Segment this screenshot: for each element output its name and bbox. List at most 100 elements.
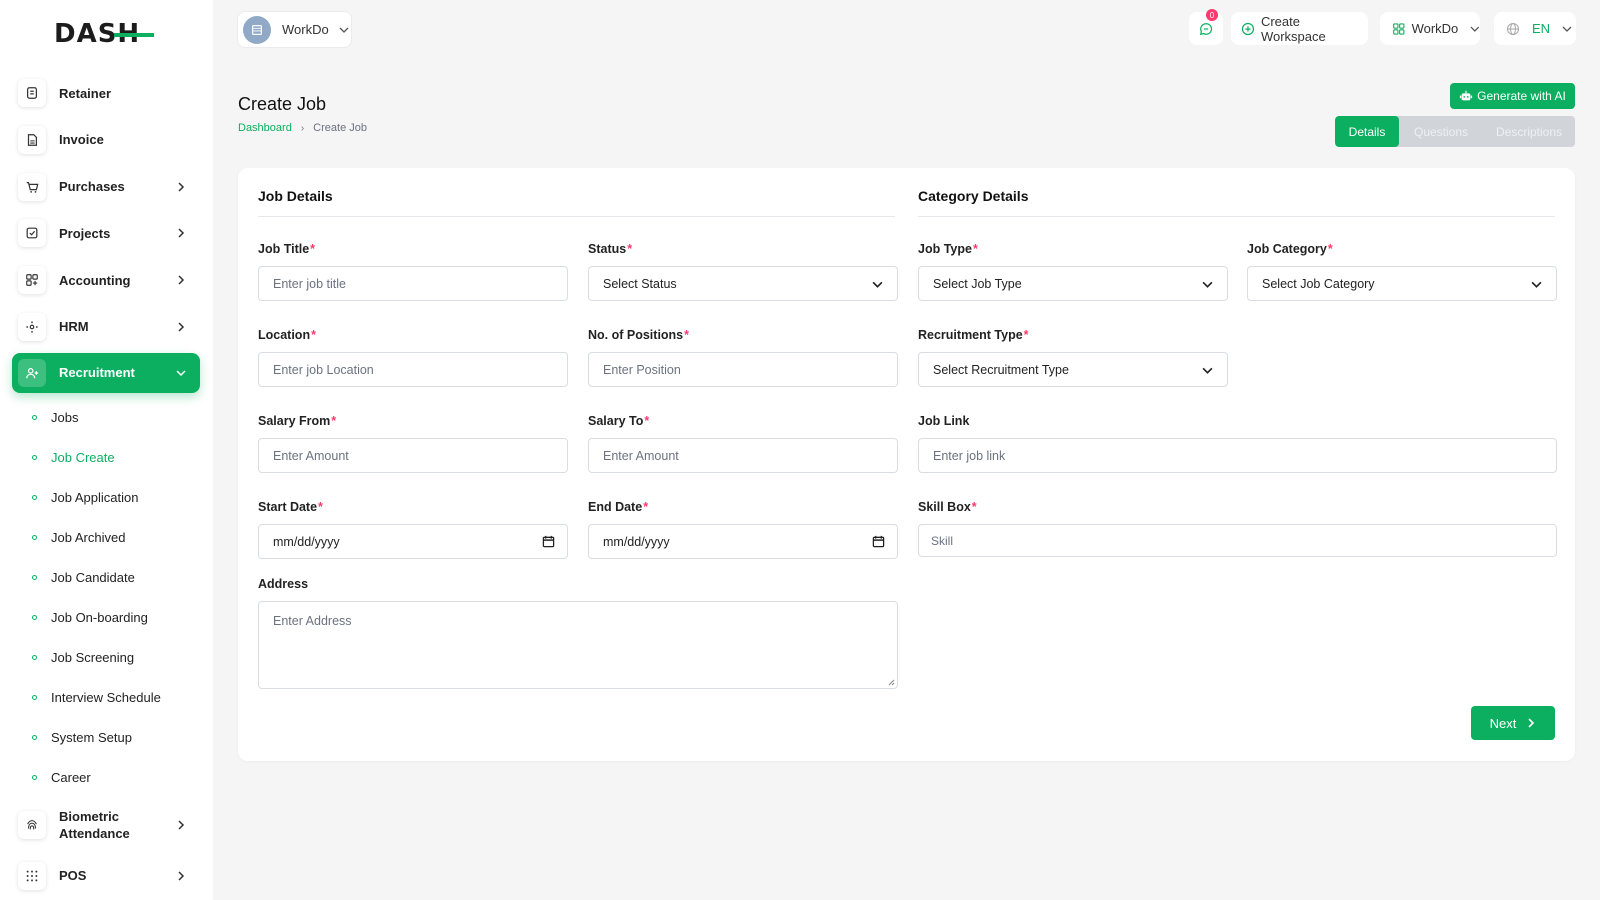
address-textarea[interactable]: Enter Address bbox=[258, 601, 898, 689]
required-mark: * bbox=[331, 414, 337, 428]
bullet-icon bbox=[32, 775, 37, 781]
create-workspace-label: Create Workspace bbox=[1260, 13, 1326, 44]
fingerprint-icon bbox=[18, 810, 46, 839]
subnav-item-label: Jobs bbox=[51, 410, 79, 426]
subnav-item-jobs[interactable]: Jobs bbox=[32, 398, 200, 438]
salary-from-input[interactable]: Enter Amount bbox=[258, 438, 568, 473]
subnav-item-job-application[interactable]: Job Application bbox=[32, 478, 200, 518]
job-type-label: Job Type* bbox=[918, 242, 1228, 256]
sidebar-item-label: Purchases bbox=[59, 179, 125, 195]
job-link-input[interactable]: Enter job link bbox=[918, 438, 1557, 473]
workspace-switcher[interactable]: WorkDo bbox=[237, 11, 352, 48]
address-placeholder: Enter Address bbox=[273, 614, 352, 628]
skill-input[interactable]: Skill bbox=[918, 524, 1557, 557]
job-form-card: Job Details Category Details Job Title* … bbox=[238, 168, 1575, 761]
salary-from-label-text: Salary From bbox=[258, 414, 331, 428]
bullet-icon bbox=[32, 655, 37, 661]
generate-with-ai-button[interactable]: Generate with AI bbox=[1450, 83, 1575, 109]
end-date-input[interactable]: mm/dd/yyyy bbox=[588, 524, 898, 559]
tab-descriptions[interactable]: Descriptions bbox=[1483, 116, 1575, 147]
status-select[interactable]: Select Status bbox=[588, 266, 898, 301]
chevron-right-icon bbox=[178, 820, 185, 830]
tab-details[interactable]: Details bbox=[1335, 116, 1399, 147]
subnav-item-label: Job Application bbox=[51, 490, 139, 506]
generate-with-ai-label: Generate with AI bbox=[1477, 89, 1566, 103]
language-selector[interactable]: EN bbox=[1494, 12, 1576, 45]
salary-from-label: Salary From* bbox=[258, 414, 568, 428]
page-title: Create Job bbox=[238, 94, 327, 114]
job-title-label-text: Job Title bbox=[258, 242, 310, 256]
workdo-menu-button[interactable]: WorkDo bbox=[1380, 12, 1480, 45]
sidebar-item-pos[interactable]: POS bbox=[12, 853, 200, 899]
language-label: EN bbox=[1532, 21, 1551, 36]
chevron-down-icon bbox=[872, 281, 883, 288]
checkbox-icon bbox=[18, 219, 46, 248]
subnav-item-interview-schedule[interactable]: Interview Schedule bbox=[32, 678, 200, 718]
file-icon bbox=[18, 125, 46, 154]
job-link-field: Job Link Enter job link bbox=[918, 414, 1557, 473]
required-mark: * bbox=[1023, 328, 1029, 342]
user-plus-icon bbox=[18, 358, 46, 387]
recruitment-type-label-text: Recruitment Type bbox=[918, 328, 1023, 342]
job-category-select[interactable]: Select Job Category bbox=[1247, 266, 1557, 301]
brand-logo[interactable]: DASH bbox=[54, 19, 154, 49]
sidebar-nav: Retainer Invoice Purchases Projects Acco… bbox=[12, 70, 200, 900]
subnav-item-system-setup[interactable]: System Setup bbox=[32, 718, 200, 758]
recruitment-subnav: Jobs Job Create Job Application Job Arch… bbox=[12, 398, 200, 798]
breadcrumb: Dashboard › Create Job bbox=[238, 122, 367, 134]
job-category-label: Job Category* bbox=[1247, 242, 1557, 256]
chevron-down-icon bbox=[1202, 367, 1213, 374]
breadcrumb-separator-icon: › bbox=[300, 122, 305, 134]
subnav-item-job-candidate[interactable]: Job Candidate bbox=[32, 558, 200, 598]
sidebar-item-hrm[interactable]: HRM bbox=[12, 304, 200, 350]
start-date-label: Start Date* bbox=[258, 500, 568, 514]
start-date-input[interactable]: mm/dd/yyyy bbox=[258, 524, 568, 559]
subnav-item-label: Job Archived bbox=[51, 530, 126, 546]
chevron-right-icon bbox=[178, 182, 185, 192]
subnav-item-label: Career bbox=[51, 770, 91, 786]
required-mark: * bbox=[644, 414, 650, 428]
sidebar-item-biometric-attendance[interactable]: Biometric Attendance bbox=[12, 798, 200, 852]
positions-input[interactable]: Enter Position bbox=[588, 352, 898, 387]
required-mark: * bbox=[311, 328, 316, 342]
location-label: Location* bbox=[258, 328, 568, 342]
job-type-select[interactable]: Select Job Type bbox=[918, 266, 1228, 301]
globe-icon bbox=[1506, 22, 1520, 35]
create-workspace-button[interactable]: Create Workspace bbox=[1231, 12, 1368, 45]
calendar-icon[interactable] bbox=[872, 535, 885, 548]
subnav-item-job-create[interactable]: Job Create bbox=[32, 438, 200, 478]
job-link-label: Job Link bbox=[918, 414, 970, 428]
subnav-item-job-screening[interactable]: Job Screening bbox=[32, 638, 200, 678]
calendar-icon[interactable] bbox=[542, 535, 555, 548]
job-details-heading: Job Details bbox=[258, 188, 895, 217]
bullet-icon bbox=[32, 695, 37, 701]
subnav-item-job-onboarding[interactable]: Job On-boarding bbox=[32, 598, 200, 638]
logo-accent bbox=[114, 33, 154, 37]
notifications-button[interactable]: 0 bbox=[1189, 9, 1223, 45]
salary-to-input[interactable]: Enter Amount bbox=[588, 438, 898, 473]
salary-from-field: Salary From* Enter Amount bbox=[258, 414, 568, 473]
sidebar-item-label: Projects bbox=[59, 225, 111, 241]
sidebar-item-accounting[interactable]: Accounting bbox=[12, 257, 200, 303]
job-title-input[interactable]: Enter job title bbox=[258, 266, 568, 301]
required-mark: * bbox=[1327, 242, 1333, 256]
location-label-text: Location bbox=[258, 328, 311, 342]
next-button-label: Next bbox=[1489, 715, 1517, 731]
sidebar-item-recruitment[interactable]: Recruitment bbox=[12, 352, 200, 393]
subnav-item-career[interactable]: Career bbox=[32, 758, 200, 798]
recruitment-type-select[interactable]: Select Recruitment Type bbox=[918, 352, 1228, 387]
required-mark: * bbox=[643, 500, 649, 514]
next-button[interactable]: Next bbox=[1471, 706, 1555, 740]
subnav-item-job-archived[interactable]: Job Archived bbox=[32, 518, 200, 558]
breadcrumb-dashboard-link[interactable]: Dashboard bbox=[238, 122, 292, 134]
tab-questions[interactable]: Questions bbox=[1399, 116, 1483, 147]
chevron-right-icon bbox=[178, 228, 185, 238]
sidebar-item-projects[interactable]: Projects bbox=[12, 210, 200, 256]
location-input[interactable]: Enter job Location bbox=[258, 352, 568, 387]
job-category-label-text: Job Category bbox=[1247, 242, 1327, 256]
status-select-value: Select Status bbox=[603, 276, 677, 291]
sidebar-item-retainer[interactable]: Retainer bbox=[12, 70, 200, 116]
sidebar-item-invoice[interactable]: Invoice bbox=[12, 117, 200, 163]
resize-handle-icon[interactable] bbox=[887, 678, 895, 686]
sidebar-item-purchases[interactable]: Purchases bbox=[12, 164, 200, 210]
